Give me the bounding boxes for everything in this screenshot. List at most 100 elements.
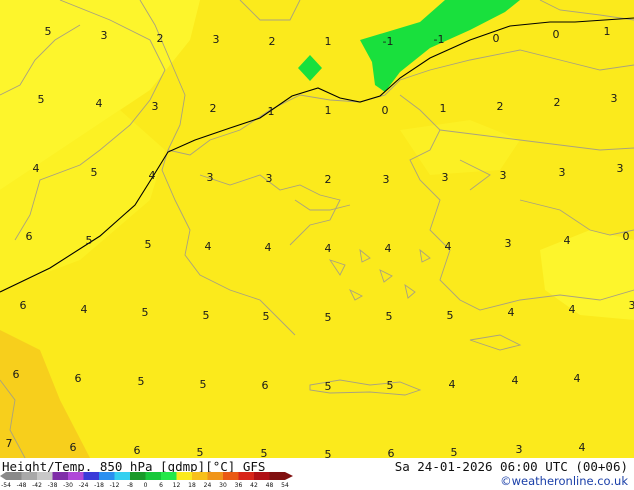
- temperature-label: 4: [579, 441, 586, 454]
- legend-tick-label: -38: [48, 482, 58, 489]
- legend-tick-label: 42: [250, 482, 258, 489]
- temperature-label: 3: [629, 299, 634, 312]
- temperature-label: 0: [382, 104, 389, 117]
- temperature-label: 0: [623, 230, 630, 243]
- temperature-label: 4: [205, 240, 212, 253]
- temperature-label: 5: [387, 379, 394, 392]
- legend-tick-label: -54: [1, 482, 11, 489]
- legend-swatch: [52, 472, 68, 480]
- temperature-label: 5: [325, 380, 332, 393]
- temperature-label: 3: [152, 100, 159, 113]
- legend-tick-label: 6: [159, 482, 163, 489]
- legend-swatch: [176, 472, 192, 480]
- color-scale-legend: -54 -48 -42 -38 -30 -24 -18 -12 -8 0 6 12 18 24 30 36 42…: [0, 472, 293, 489]
- legend-swatch: [254, 472, 270, 480]
- legend-tick-label: 18: [188, 482, 196, 489]
- legend-tick-label: -18: [94, 482, 104, 489]
- temperature-label: 6: [75, 372, 82, 385]
- legend-swatch: [99, 472, 115, 480]
- legend-tick-label: -12: [110, 482, 120, 489]
- legend-swatch: [83, 472, 99, 480]
- temperature-label: 0: [553, 28, 560, 41]
- legend-tick-label: 30: [219, 482, 227, 489]
- weather-map: 5 3 2 3 2 1 -1 -1 0 0 1 5 4 3 2 1 1 0 1 2 2 3 4 5 4 3 3 2 3 3 3 3 3 6 5 5 4 4…: [0, 0, 634, 458]
- legend-tick-label: -42: [32, 482, 42, 489]
- temperature-label: 3: [611, 92, 618, 105]
- temperature-label: 4: [574, 372, 581, 385]
- temperature-label: 3: [207, 171, 214, 184]
- temperature-label: 5: [200, 378, 207, 391]
- temperature-label: 4: [265, 241, 272, 254]
- temperature-label: 6: [20, 299, 27, 312]
- temperature-label: 4: [96, 97, 103, 110]
- legend-tick-label: 24: [204, 482, 212, 489]
- legend-tick-label: 36: [235, 482, 243, 489]
- legend-swatch: [114, 472, 130, 480]
- legend-swatch: [223, 472, 239, 480]
- temperature-label: 2: [210, 102, 217, 115]
- legend-swatch: [207, 472, 223, 480]
- temperature-label: 5: [145, 238, 152, 251]
- temperature-label: 4: [445, 240, 452, 253]
- temperature-label: 5: [38, 93, 45, 106]
- temperature-label: 3: [442, 171, 449, 184]
- temperature-label: 5: [197, 446, 204, 458]
- temperature-label: 5: [203, 309, 210, 322]
- temperature-label: 5: [45, 25, 52, 38]
- temperature-label: 1: [440, 102, 447, 115]
- map-canvas: 5 3 2 3 2 1 -1 -1 0 0 1 5 4 3 2 1 1 0 1 2 2 3 4 5 4 3 3 2 3 3 3 3 3 6 5 5 4 4…: [0, 0, 634, 458]
- temperature-label: 4: [149, 169, 156, 182]
- legend-swatch: [238, 472, 254, 480]
- temperature-label: 5: [263, 310, 270, 323]
- legend-tick-label: -48: [17, 482, 27, 489]
- temperature-label: 6: [13, 368, 20, 381]
- legend-swatch: [21, 472, 37, 480]
- credit-link[interactable]: ©weatheronline.co.uk: [500, 474, 628, 488]
- legend-swatch: [37, 472, 53, 480]
- temperature-label: 3: [101, 29, 108, 42]
- temperature-label: 3: [383, 173, 390, 186]
- legend-tick-label: 48: [266, 482, 274, 489]
- temperature-label: 6: [70, 441, 77, 454]
- temperature-label: 4: [512, 374, 519, 387]
- temperature-label: -1: [434, 33, 445, 46]
- legend-swatch: [68, 472, 84, 480]
- temperature-label: 2: [497, 100, 504, 113]
- temperature-label: 6: [388, 447, 395, 458]
- temperature-label: 6: [262, 379, 269, 392]
- temperature-label: 5: [91, 166, 98, 179]
- legend-arrow-left: [0, 472, 6, 480]
- legend-swatch: [161, 472, 177, 480]
- temperature-label: 2: [325, 173, 332, 186]
- temperature-label: 5: [325, 448, 332, 458]
- temperature-label: 4: [449, 378, 456, 391]
- temperature-label: 5: [451, 446, 458, 458]
- legend-tick-label: 12: [173, 482, 181, 489]
- temperature-label: 3: [500, 169, 507, 182]
- temperature-label: 5: [86, 234, 93, 247]
- temperature-label: 1: [325, 35, 332, 48]
- temperature-label: -1: [383, 35, 394, 48]
- legend-tick-label: 54: [281, 482, 289, 489]
- temperature-label: 4: [569, 303, 576, 316]
- temperature-label: 4: [33, 162, 40, 175]
- temperature-label: 3: [213, 33, 220, 46]
- temperature-label: 1: [268, 105, 275, 118]
- temperature-label: 5: [386, 310, 393, 323]
- temperature-label: 2: [157, 32, 164, 45]
- temperature-label: 5: [325, 311, 332, 324]
- legend-tick-label: 0: [144, 482, 148, 489]
- temperature-label: 4: [564, 234, 571, 247]
- legend-tick-label: -8: [127, 482, 133, 489]
- temperature-label: 5: [138, 375, 145, 388]
- legend-tick-label: -30: [63, 482, 73, 489]
- temperature-label: 1: [604, 25, 611, 38]
- legend-tick-label: -24: [79, 482, 89, 489]
- temperature-label: 3: [266, 172, 273, 185]
- legend-swatch: [269, 472, 285, 480]
- temperature-label: 0: [493, 32, 500, 45]
- temperature-label: 3: [559, 166, 566, 179]
- temperature-label: 5: [142, 306, 149, 319]
- temperature-label: 3: [617, 162, 624, 175]
- temperature-label: 5: [447, 309, 454, 322]
